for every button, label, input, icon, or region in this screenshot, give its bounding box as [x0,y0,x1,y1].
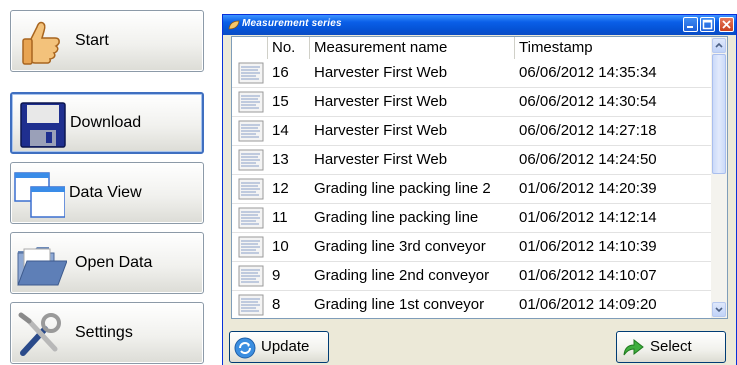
minimize-button[interactable] [683,17,698,32]
row-measurement-name: Grading line packing line 2 [314,180,491,197]
row-timestamp: 01/06/2012 14:10:07 [519,267,657,284]
nav-open-data-label: Open Data [75,254,153,271]
nav-start-label: Start [75,32,109,49]
table-row[interactable]: 15 Harvester First Web 06/06/2012 14:30:54 [232,88,712,117]
nav-open-data-button[interactable]: Open Data [10,232,204,294]
row-number: 10 [272,238,289,255]
folder-icon [17,247,67,286]
measurement-series-window: Measurement series No. Measurement name … [222,14,737,365]
scroll-down-button[interactable] [712,302,726,317]
table-row[interactable]: 13 Harvester First Web 06/06/2012 14:24:50 [232,146,712,175]
list-header: No. Measurement name Timestamp [232,37,712,59]
document-icon [238,178,264,200]
row-icon-cell [232,59,268,87]
row-timestamp: 06/06/2012 14:27:18 [519,122,657,139]
row-icon-cell [232,175,268,203]
select-label: Select [650,338,692,355]
row-number: 11 [272,209,288,226]
window-titlebar[interactable]: Measurement series [223,15,736,35]
scroll-thumb[interactable] [712,54,726,174]
row-icon-cell [232,146,268,174]
header-timestamp[interactable]: Timestamp [515,37,712,59]
table-row[interactable]: 12 Grading line packing line 2 01/06/2012 … [232,175,712,204]
vertical-scrollbar[interactable] [711,37,727,318]
windows-icon [14,172,65,218]
row-measurement-name: Grading line 3rd conveyor [314,238,486,255]
row-measurement-name: Harvester First Web [314,64,448,81]
nav-download-button[interactable]: Download [10,92,204,154]
header-no[interactable]: No. [268,37,310,59]
row-number: 16 [272,64,289,81]
table-row[interactable]: 9 Grading line 2nd conveyor 01/06/2012 14:… [232,262,712,291]
document-icon [238,207,264,229]
row-timestamp: 06/06/2012 14:24:50 [519,151,657,168]
chevron-up-icon [715,42,723,48]
document-icon [238,149,264,171]
row-number: 12 [272,180,289,197]
row-timestamp: 01/06/2012 14:10:39 [519,238,657,255]
update-label: Update [261,338,310,355]
scroll-up-button[interactable] [712,38,726,53]
row-measurement-name: Harvester First Web [314,93,448,110]
row-timestamp: 01/06/2012 14:09:20 [519,296,657,313]
close-icon [722,20,731,29]
row-icon-cell [232,291,268,318]
minimize-icon [687,26,693,28]
row-timestamp: 01/06/2012 14:12:14 [519,209,657,226]
table-row[interactable]: 8 Grading line 1st conveyor 01/06/2012 14:… [232,291,712,318]
row-measurement-name: Grading line 2nd conveyor [314,267,490,284]
floppy-disk-icon [20,102,66,148]
tools-icon [18,312,61,356]
measurement-list[interactable]: No. Measurement name Timestamp 16 Harvest… [231,36,728,319]
nav-data-view-label: Data View [69,184,142,201]
app-leaf-icon [228,20,240,30]
document-icon [238,265,264,287]
maximize-button[interactable] [700,17,715,32]
row-number: 13 [272,151,289,168]
row-number: 14 [272,122,289,139]
close-button[interactable] [719,17,734,32]
row-timestamp: 06/06/2012 14:35:34 [519,64,657,81]
row-timestamp: 06/06/2012 14:30:54 [519,93,657,110]
row-number: 9 [272,267,281,284]
table-row[interactable]: 16 Harvester First Web 06/06/2012 14:35:34 [232,59,712,88]
document-icon [238,294,264,316]
row-timestamp: 01/06/2012 14:20:39 [519,180,657,197]
update-button[interactable]: Update [229,331,329,363]
nav-settings-button[interactable]: Settings [10,302,204,364]
nav-settings-label: Settings [75,324,133,341]
row-measurement-name: Grading line packing line [314,209,479,226]
row-number: 8 [272,296,281,313]
row-icon-cell [232,204,268,232]
table-row[interactable]: 11 Grading line packing line 01/06/2012 14… [232,204,712,233]
row-icon-cell [232,117,268,145]
maximize-icon [702,19,713,30]
table-row[interactable]: 14 Harvester First Web 06/06/2012 14:27:18 [232,117,712,146]
row-icon-cell [232,262,268,290]
row-measurement-name: Harvester First Web [314,151,448,168]
document-icon [238,91,264,113]
nav-start-button[interactable]: Start [10,10,204,72]
row-measurement-name: Grading line 1st conveyor [314,296,485,313]
nav-data-view-button[interactable]: Data View [10,162,204,224]
select-button[interactable]: Select [616,331,726,363]
header-measurement-name[interactable]: Measurement name [310,37,515,59]
window-title: Measurement series [242,18,342,29]
row-measurement-name: Harvester First Web [314,122,448,139]
document-icon [238,62,264,84]
chevron-down-icon [715,307,723,313]
table-row[interactable]: 10 Grading line 3rd conveyor 01/06/2012 14… [232,233,712,262]
document-icon [238,120,264,142]
document-icon [238,236,264,258]
header-icon-column[interactable] [232,37,268,59]
row-number: 15 [272,93,289,110]
refresh-icon [234,337,256,359]
row-icon-cell [232,233,268,261]
green-arrow-icon [623,338,644,356]
row-icon-cell [232,88,268,116]
thumbs-up-icon [22,21,60,65]
list-rows: 16 Harvester First Web 06/06/2012 14:35:34… [232,59,712,318]
nav-download-label: Download [70,114,142,131]
